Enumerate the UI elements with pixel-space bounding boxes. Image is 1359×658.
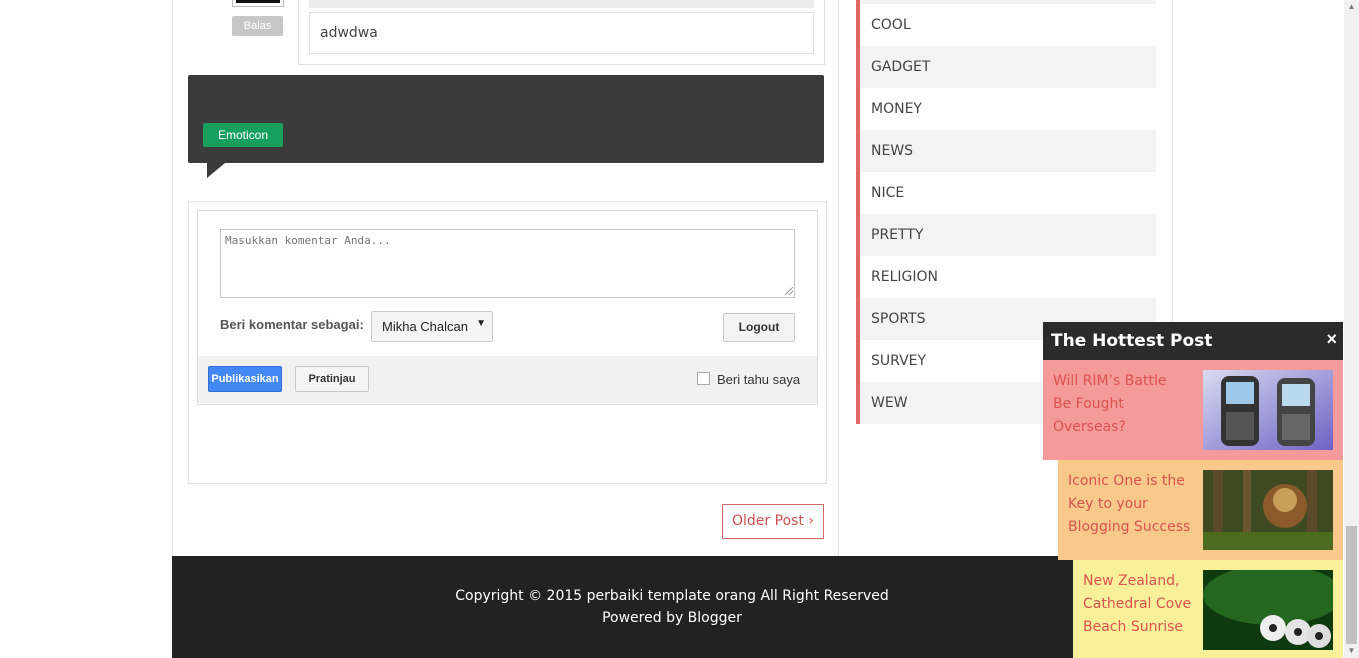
notify-label: Beri tahu saya (717, 372, 801, 387)
label-link[interactable]: RELIGION (860, 256, 1156, 298)
label-link[interactable]: NEWS (860, 130, 1156, 172)
comment-textarea[interactable] (220, 229, 795, 298)
footer-copyright: Copyright © 2015 perbaiki template orang… (455, 588, 889, 604)
notify-checkbox[interactable] (697, 372, 710, 385)
scroll-down-arrow-icon[interactable]: ▼ (1344, 644, 1359, 658)
reply-comment-body: adwdwa (309, 12, 814, 54)
forest-image[interactable] (1203, 470, 1333, 550)
hottest-post-link[interactable]: New Zealand, Cathedral Cove Beach Sunris… (1083, 570, 1203, 639)
hottest-post-item[interactable]: New Zealand, Cathedral Cove Beach Sunris… (1073, 560, 1343, 658)
identity-select-value: Mikha Chalcan (382, 319, 468, 334)
label-link[interactable]: MONEY (860, 88, 1156, 130)
footer-powered-by: Powered by Blogger (602, 610, 742, 626)
hottest-post-item[interactable]: Iconic One is the Key to your Blogging S… (1058, 460, 1343, 560)
reply-button[interactable]: Balas (232, 16, 283, 36)
reply-header-bar (309, 0, 814, 8)
chevron-down-icon: ▼ (476, 318, 486, 329)
column-divider (838, 0, 839, 556)
preview-button[interactable]: Pratinjau (295, 366, 369, 392)
soccer-balls-image[interactable] (1203, 570, 1333, 650)
publish-button[interactable]: Publikasikan (208, 366, 282, 392)
identity-select[interactable]: Mikha Chalcan ▼ (371, 311, 493, 342)
label-link[interactable]: PRETTY (860, 214, 1156, 256)
label-item-cutoff (860, 0, 1156, 4)
reply-comment-box: adwdwa (298, 0, 825, 65)
emoticon-panel (188, 75, 824, 163)
commenter-avatar (232, 0, 284, 7)
logout-button[interactable]: Logout (723, 313, 795, 342)
emoticon-panel-pointer (207, 163, 225, 178)
reply-comment-text: adwdwa (320, 25, 378, 41)
label-link[interactable]: GADGET (860, 46, 1156, 88)
hottest-post-header: The Hottest Post × (1043, 322, 1343, 360)
hottest-post-link[interactable]: Will RIM’s Battle Be Fought Overseas? (1053, 370, 1183, 439)
textarea-resize-handle[interactable] (785, 287, 793, 295)
close-icon[interactable]: × (1326, 329, 1337, 350)
hottest-post-item[interactable]: Will RIM’s Battle Be Fought Overseas? (1043, 360, 1343, 460)
emoticon-button[interactable]: Emoticon (203, 123, 283, 147)
site-footer (172, 556, 1172, 658)
older-post-link[interactable]: Older Post › (722, 504, 824, 539)
comment-as-label: Beri komentar sebagai: (220, 317, 364, 332)
hottest-post-title: The Hottest Post (1051, 331, 1213, 351)
scrollbar-thumb[interactable] (1346, 526, 1357, 644)
label-link[interactable]: COOL (860, 4, 1156, 46)
hottest-post-link[interactable]: Iconic One is the Key to your Blogging S… (1068, 470, 1198, 539)
scroll-up-arrow-icon[interactable]: ▲ (1344, 0, 1359, 14)
label-link[interactable]: NICE (860, 172, 1156, 214)
phones-image[interactable] (1203, 370, 1333, 450)
